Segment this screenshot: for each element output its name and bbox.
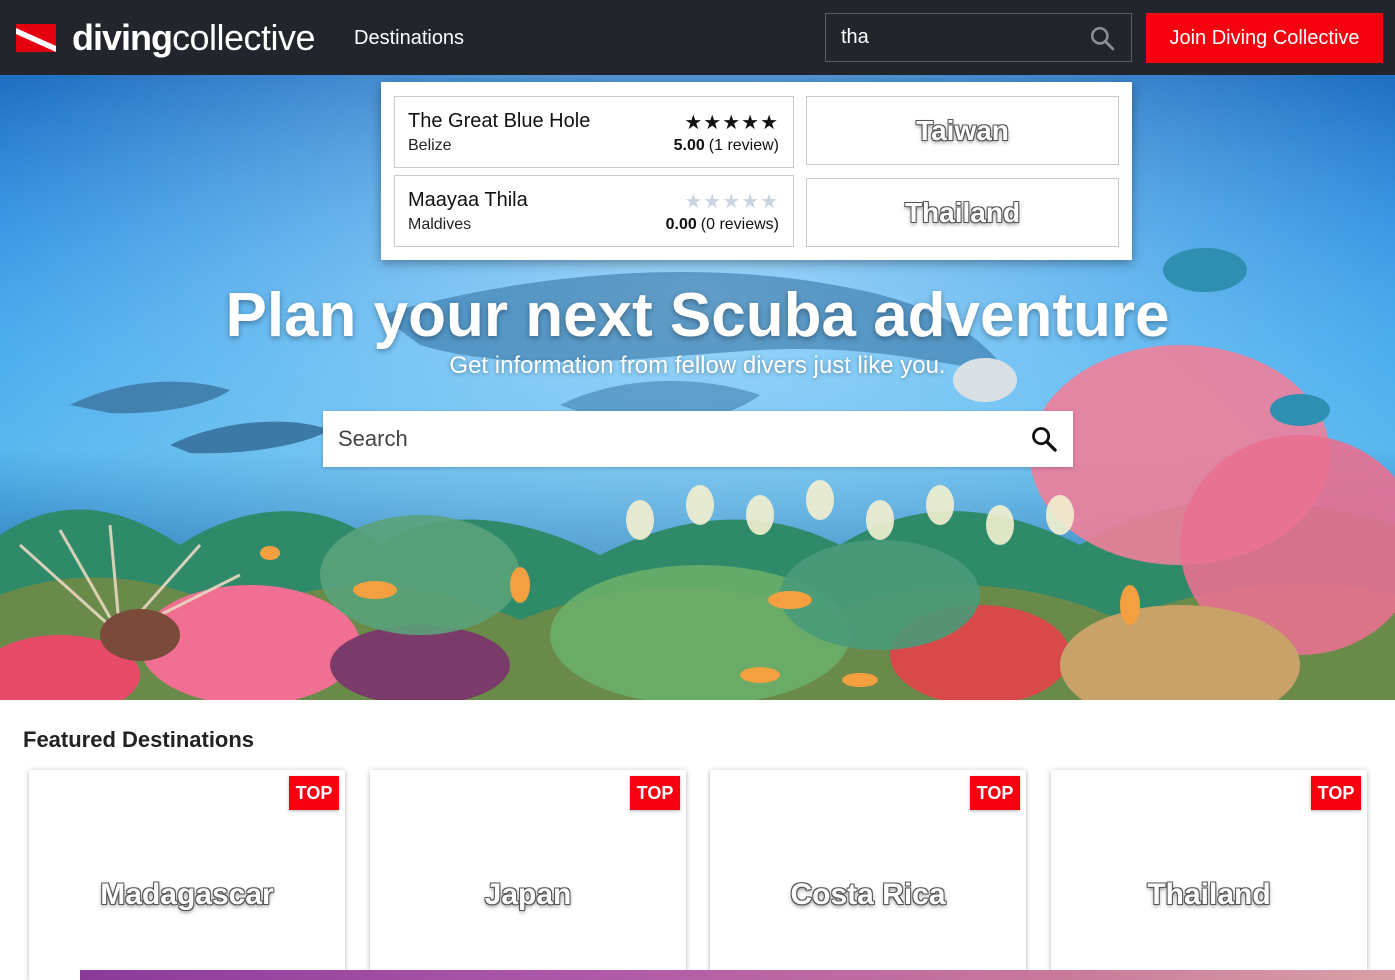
review-count: (0 reviews) — [700, 216, 779, 233]
star-rating-icons: ★★★★★ — [684, 112, 779, 134]
result-maayaa-thila[interactable]: Maayaa Thila Maldives ★★★★★ 0.00 (0 revie… — [394, 175, 794, 247]
rating-value: 0.00 — [665, 216, 697, 233]
review-count: (1 review) — [708, 137, 779, 154]
search-icon[interactable] — [1030, 425, 1058, 453]
nav-search-input[interactable] — [826, 14, 1086, 61]
featured-heading: Featured Destinations — [23, 727, 255, 752]
rating-value: 5.00 — [673, 137, 705, 154]
join-button[interactable]: Join Diving Collective — [1146, 13, 1383, 63]
star-rating-icons: ★★★★★ — [684, 191, 779, 213]
card-title: Madagascar — [100, 878, 274, 911]
result-great-blue-hole[interactable]: The Great Blue Hole Belize ★★★★★ 5.00 (1 … — [394, 96, 794, 168]
featured-card-madagascar[interactable]: TOP Madagascar — [29, 770, 345, 980]
result-country: Belize — [408, 137, 452, 154]
brand-light-text: collective — [172, 17, 316, 58]
featured-card-costa-rica[interactable]: TOP Costa Rica — [710, 770, 1026, 980]
top-badge: TOP — [289, 776, 339, 810]
destinations-link[interactable]: Destinations — [354, 26, 464, 50]
nav-search-box — [825, 13, 1132, 62]
os-taskbar-strip — [80, 970, 1395, 980]
country-name: Taiwan — [916, 114, 1009, 146]
result-rating: 5.00 (1 review) — [674, 137, 779, 155]
card-title: Japan — [484, 878, 572, 911]
result-country: Maldives — [408, 216, 472, 233]
brand-bold-text: diving — [72, 17, 173, 58]
card-title: Thailand — [1147, 878, 1271, 911]
hero-search-input[interactable] — [323, 411, 1013, 467]
hero-subtitle: Get information from fellow divers just … — [449, 352, 946, 379]
country-name: Thailand — [904, 196, 1021, 228]
result-name: The Great Blue Hole — [408, 110, 591, 132]
top-badge: TOP — [1311, 776, 1361, 810]
search-icon[interactable] — [1089, 25, 1115, 51]
hero-search-box — [323, 411, 1073, 467]
dive-flag-icon[interactable] — [16, 24, 56, 52]
country-tile-taiwan[interactable]: Taiwan — [806, 96, 1119, 165]
top-badge: TOP — [630, 776, 680, 810]
featured-card-thailand[interactable]: TOP Thailand — [1051, 770, 1367, 980]
search-suggestions-dropdown: The Great Blue Hole Belize ★★★★★ 5.00 (1 … — [381, 82, 1132, 260]
result-name: Maayaa Thila — [408, 189, 528, 211]
brand-logo[interactable]: divingcollective — [72, 16, 316, 60]
top-badge: TOP — [970, 776, 1020, 810]
result-rating: 0.00 (0 reviews) — [666, 216, 779, 234]
hero-title: Plan your next Scuba adventure — [225, 281, 1170, 350]
card-title: Costa Rica — [790, 878, 946, 911]
featured-card-japan[interactable]: TOP Japan — [370, 770, 686, 980]
country-tile-thailand[interactable]: Thailand — [806, 178, 1119, 247]
top-navbar: divingcollective Destinations Join Divin… — [0, 0, 1395, 75]
